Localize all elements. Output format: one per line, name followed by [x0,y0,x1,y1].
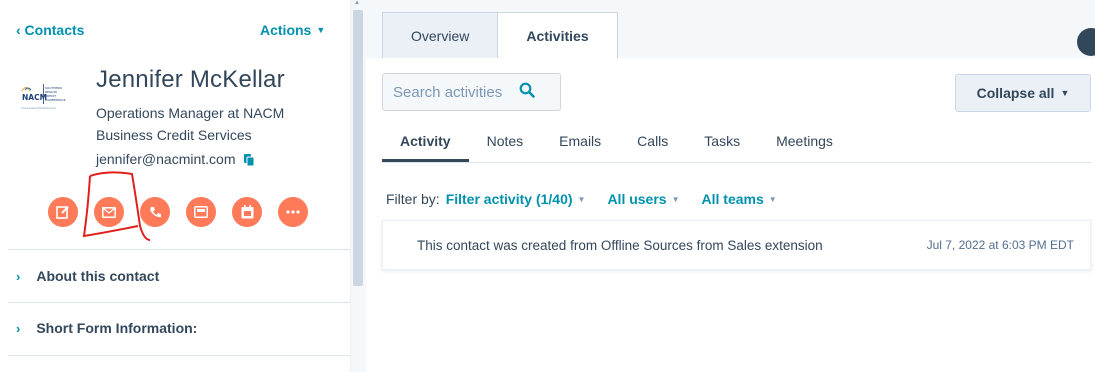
chevron-down-icon: ▼ [671,195,680,204]
more-actions-button[interactable] [278,197,308,227]
phone-icon [149,206,162,219]
divider [8,355,350,356]
section-label: About this contact [36,268,160,284]
chevron-down-icon: ▼ [1060,88,1070,98]
contact-name: Jennifer McKellar [96,66,285,93]
activity-timestamp: Jul 7, 2022 at 6:03 PM EDT [926,238,1074,252]
scrollbar-thumb[interactable] [353,10,363,286]
subtab-emails[interactable]: Emails [541,132,619,162]
subtab-meetings[interactable]: Meetings [758,132,851,162]
activities-content: Collapse all ▼ Activity Notes Emails Call… [366,58,1095,372]
create-note-button[interactable] [48,197,78,227]
subtab-activity[interactable]: Activity [382,132,469,162]
call-button[interactable] [140,197,170,227]
search-icon[interactable] [519,82,535,103]
back-to-contacts-link[interactable]: ‹ Contacts [16,22,84,38]
note-icon [56,205,70,219]
contact-job-title: Operations Manager at NACM Business Cred… [96,105,285,143]
filter-users-label: All users [607,191,667,207]
close-icon[interactable] [1077,28,1095,56]
section-about-contact[interactable]: › About this contact [16,268,159,284]
subtab-notes[interactable]: Notes [469,132,542,162]
tab-overview[interactable]: Overview [382,12,499,59]
collapse-all-button[interactable]: Collapse all ▼ [955,74,1091,112]
chevron-down-icon: ▼ [577,195,586,204]
actions-menu-button[interactable]: Actions ▼ [260,22,325,38]
send-email-button[interactable] [94,197,124,227]
copy-icon[interactable] [243,153,254,167]
chevron-right-icon: › [16,268,21,284]
more-icon [286,210,300,214]
schedule-meeting-button[interactable] [232,197,262,227]
filter-teams-dropdown[interactable]: All teams ▼ [702,191,777,207]
activity-subtabs: Activity Notes Emails Calls Tasks Meetin… [382,132,851,162]
calendar-icon [241,205,254,219]
contact-email[interactable]: jennifer@nacmint.com [96,151,236,167]
svg-text:CONFERENCE: CONFERENCE [45,98,66,102]
filter-teams-label: All teams [701,191,764,207]
contact-sidebar: ‹ Contacts Actions ▼ NACM SOUTHERN REGION… [0,0,350,372]
chevron-down-icon: ▼ [316,25,326,35]
actions-label: Actions [260,22,312,38]
search-box [382,73,561,111]
email-icon [102,206,116,218]
activity-description: This contact was created from Offline So… [417,238,823,253]
tab-activities[interactable]: Activities [497,12,618,59]
divider [382,162,1091,163]
company-logo: NACM SOUTHERN REGION CREDIT CONFERENCE U… [20,80,68,118]
filter-label: Filter by: [386,191,440,207]
collapse-all-label: Collapse all [976,85,1055,101]
svg-text:Unsurpassed Relationships: Unsurpassed Relationships [21,106,57,110]
activity-panel: Overview Activities Collapse all ▼ Activi… [366,0,1095,372]
filter-activity-label: Filter activity (1/40) [445,191,573,207]
divider [8,302,350,303]
subtab-calls[interactable]: Calls [619,132,686,162]
chevron-down-icon: ▼ [768,195,777,204]
scroll-up-arrow-icon[interactable]: ▲ [354,0,360,6]
section-label: Short Form Information: [36,320,198,336]
contact-email-row: jennifer@nacmint.com [96,151,254,167]
section-short-form[interactable]: › Short Form Information: [16,320,197,336]
chevron-right-icon: › [16,320,21,336]
search-input[interactable] [393,83,513,101]
subtab-tasks[interactable]: Tasks [686,132,758,162]
filter-activity-dropdown[interactable]: Filter activity (1/40) ▼ [446,191,586,207]
activity-item[interactable]: This contact was created from Offline So… [382,220,1091,270]
contact-action-buttons [48,197,324,227]
filter-row: Filter by: Filter activity (1/40) ▼ All u… [386,191,799,207]
log-message-button[interactable] [186,197,216,227]
message-icon [194,206,208,218]
divider [8,249,350,250]
main-tabs: Overview Activities [382,12,618,59]
filter-users-dropdown[interactable]: All users ▼ [607,191,679,207]
